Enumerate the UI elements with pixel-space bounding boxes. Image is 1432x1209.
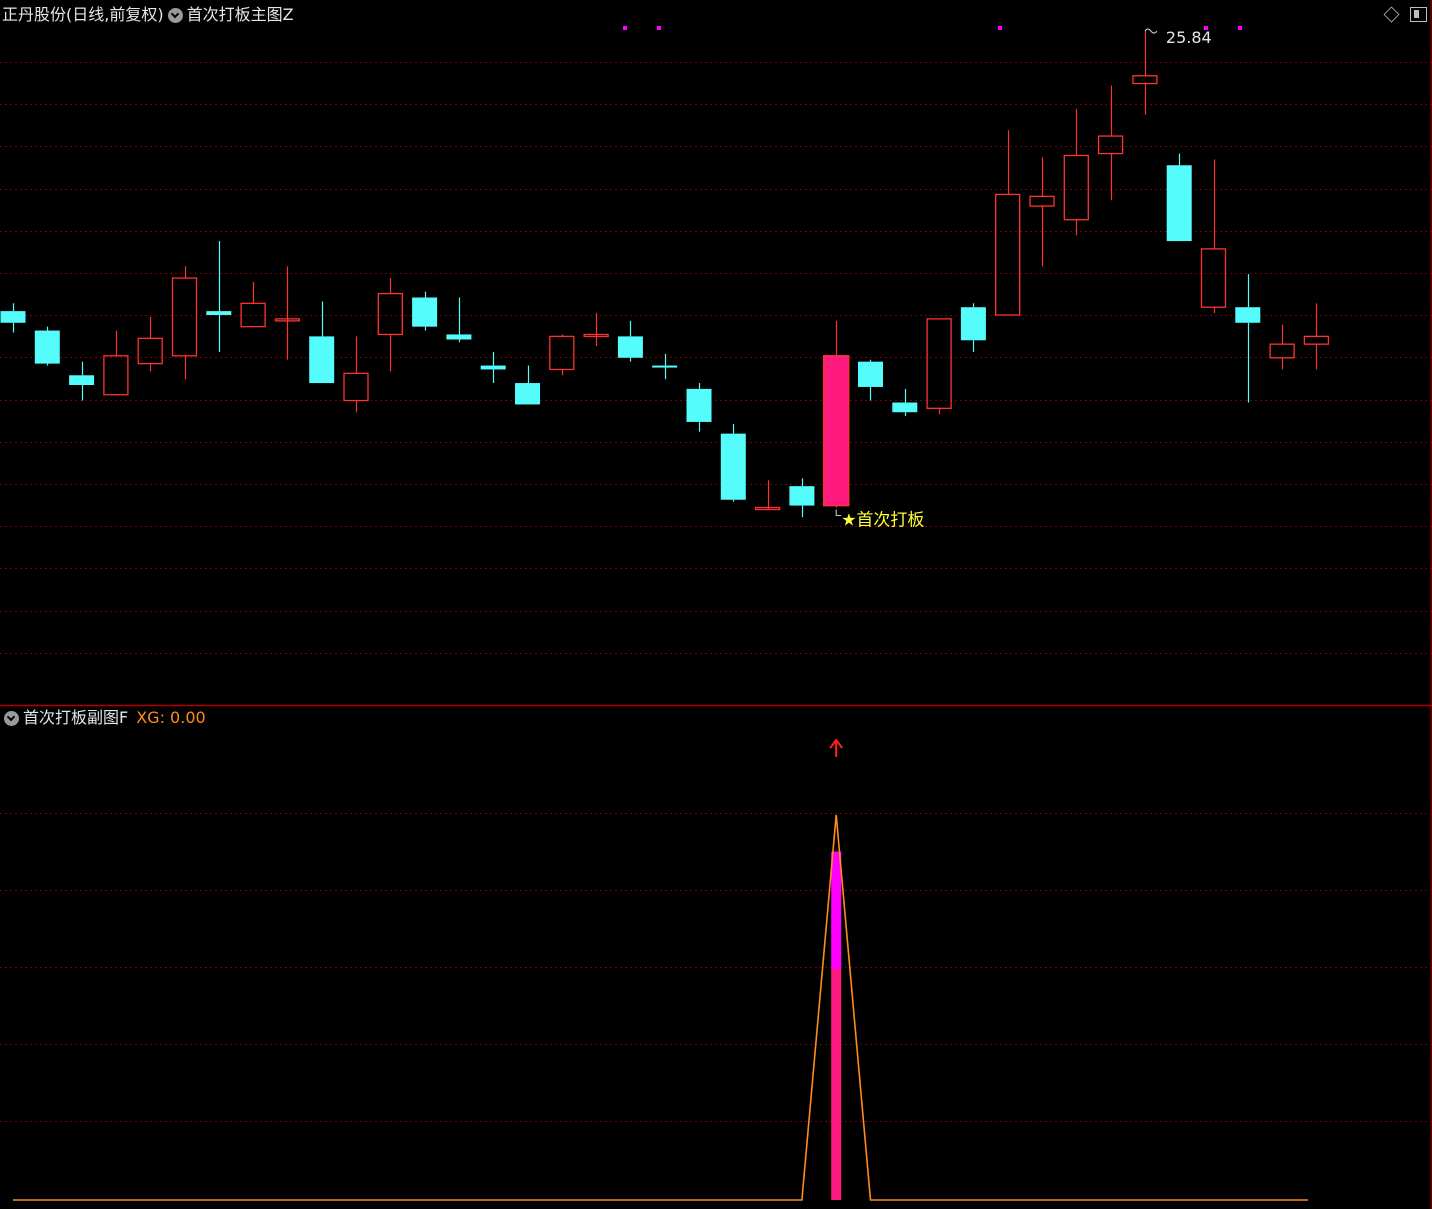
candle-body (789, 486, 815, 506)
candle-body (103, 355, 129, 396)
xg-line (13, 814, 1308, 1201)
candle-body (412, 297, 438, 327)
peak-pointer-icon (1144, 28, 1158, 34)
candle (960, 303, 986, 352)
candle (1235, 274, 1261, 403)
candle-body (686, 388, 712, 422)
marker-dot (1238, 26, 1242, 30)
signal-label: ★首次打板 (841, 511, 924, 531)
candle-body (171, 277, 198, 357)
candle (1200, 159, 1227, 314)
marker-dot (998, 26, 1002, 30)
xg-signal-bar (831, 969, 842, 1200)
xg-value-label: XG: 0.00 (136, 708, 206, 727)
candle (926, 318, 952, 415)
chevron-down-icon[interactable] (4, 710, 19, 726)
candle-body (549, 335, 575, 371)
candle (1063, 108, 1089, 236)
candle (515, 365, 540, 405)
candle-body (1269, 343, 1295, 359)
candle-body (1132, 75, 1158, 85)
stock-chart-app: 25.84 ★首次打板 正丹股份(日线,前复权) 首次打板主图Z 首次打板副图F … (0, 0, 1432, 1209)
sub-indicator-title[interactable]: 首次打板副图F (23, 706, 128, 730)
up-arrow-icon (829, 738, 843, 757)
candle-body (926, 318, 952, 409)
candle (995, 130, 1021, 316)
main-grid (0, 62, 1432, 654)
candle-body (343, 372, 369, 402)
sub-grid (0, 813, 1432, 1122)
xg-signal-bar-top (831, 851, 842, 969)
candle-body (69, 375, 95, 386)
candle-body (34, 330, 60, 364)
candle-body (754, 506, 781, 511)
candle (137, 316, 163, 372)
candle-body (1097, 135, 1124, 155)
candle-body (515, 383, 540, 405)
candle (858, 359, 883, 401)
stock-title[interactable]: 正丹股份(日线,前复权) (2, 3, 164, 27)
candle (583, 313, 609, 347)
candle (480, 351, 506, 384)
candle-body (240, 302, 266, 328)
candle-body (206, 311, 232, 315)
marker-dot (657, 26, 661, 30)
candle (617, 320, 643, 362)
signal-candle-body (822, 355, 850, 507)
candle-body (377, 292, 403, 336)
chart-canvas[interactable]: 25.84 ★首次打板 (0, 0, 1432, 1209)
candle (274, 266, 301, 360)
candle-body (720, 433, 746, 500)
window-icon[interactable] (1410, 7, 1427, 22)
sub-panel-header: 首次打板副图F XG: 0.00 (0, 706, 206, 730)
candle (549, 334, 575, 376)
candle (822, 320, 850, 508)
main-panel-header: 正丹股份(日线,前复权) 首次打板主图Z (2, 3, 294, 27)
candle (343, 336, 369, 413)
candle-body (1029, 195, 1055, 207)
candle-body (480, 365, 506, 370)
candle-body (0, 311, 26, 323)
candle (206, 241, 232, 352)
candle (720, 423, 746, 502)
candle (1166, 153, 1192, 242)
candles (0, 31, 1330, 518)
candle (412, 291, 438, 331)
candle-body (446, 334, 472, 340)
candle (1097, 85, 1124, 201)
candle-body (892, 402, 918, 413)
candle (686, 383, 712, 432)
main-indicator-title[interactable]: 首次打板主图Z (187, 3, 294, 27)
chevron-down-icon[interactable] (167, 7, 183, 23)
candle (446, 297, 472, 343)
candle-body (995, 193, 1021, 316)
candle-body (309, 336, 335, 384)
candle (171, 266, 198, 380)
candle-body (858, 361, 883, 387)
peak-price-label: 25.84 (1166, 28, 1212, 47)
candle-body (1303, 335, 1330, 345)
candle (0, 303, 26, 333)
candle (69, 361, 95, 401)
candle (1303, 303, 1330, 370)
candle (1269, 324, 1295, 370)
candle-body (1200, 248, 1227, 308)
candle (240, 281, 266, 328)
candle-body (652, 365, 678, 368)
candle-body (1063, 154, 1089, 221)
candle (103, 330, 129, 396)
candle-body (960, 307, 986, 341)
candle (309, 301, 335, 384)
candle-body (137, 337, 163, 365)
candle-body (617, 336, 643, 358)
candle (892, 388, 918, 417)
candle (34, 326, 60, 366)
marker-dot (623, 26, 627, 30)
candle (1132, 31, 1158, 115)
candle-body (1166, 165, 1192, 242)
candle (1029, 157, 1055, 267)
candle-body (1235, 307, 1261, 323)
